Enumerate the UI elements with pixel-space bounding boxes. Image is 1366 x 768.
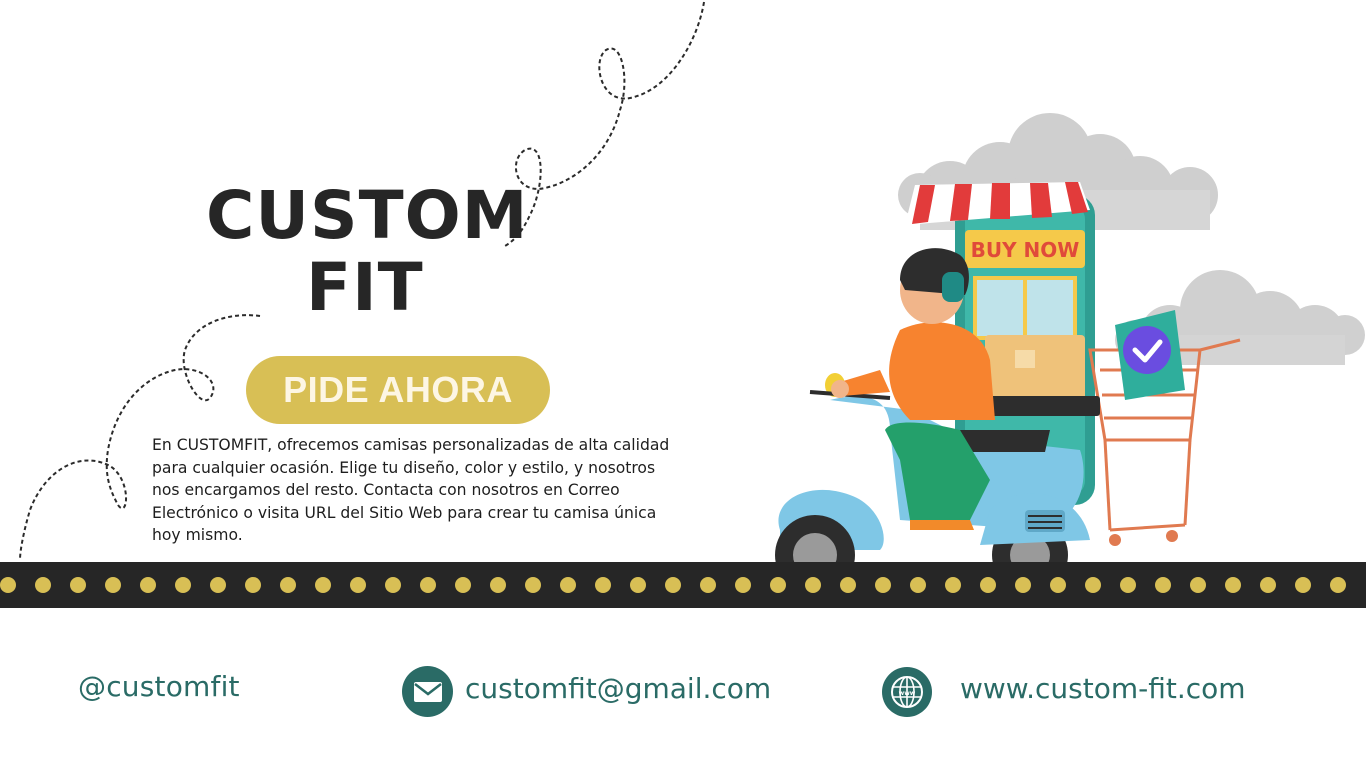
website-link[interactable]: www.custom-fit.com xyxy=(960,672,1246,705)
road-dot xyxy=(1330,577,1346,593)
social-handle: @customfit xyxy=(78,670,240,703)
road-dot xyxy=(805,577,821,593)
road-dot xyxy=(1050,577,1066,593)
buy-now-sign: BUY NOW xyxy=(971,238,1080,262)
road-dot xyxy=(455,577,471,593)
road-dot xyxy=(910,577,926,593)
road-dot xyxy=(350,577,366,593)
road-dot xyxy=(525,577,541,593)
road-dot xyxy=(840,577,856,593)
road-dot xyxy=(770,577,786,593)
road-dot xyxy=(315,577,331,593)
svg-text:www: www xyxy=(899,690,916,697)
road-dot xyxy=(1015,577,1031,593)
road-dot xyxy=(35,577,51,593)
road-dot xyxy=(980,577,996,593)
road-dot xyxy=(0,577,16,593)
road-dot xyxy=(490,577,506,593)
road-dot xyxy=(70,577,86,593)
road-dot xyxy=(665,577,681,593)
description-text: En CUSTOMFIT, ofrecemos camisas personal… xyxy=(152,436,670,545)
road-dot xyxy=(210,577,226,593)
road-dot xyxy=(1155,577,1171,593)
road-dot xyxy=(175,577,191,593)
road-dot xyxy=(1190,577,1206,593)
email-link[interactable]: customfit@gmail.com xyxy=(465,672,771,705)
road-dot xyxy=(280,577,296,593)
brand-title-line2: FIT xyxy=(306,249,424,326)
brand-title: CUSTOM FIT xyxy=(206,180,536,324)
road-dot xyxy=(420,577,436,593)
road-dot xyxy=(630,577,646,593)
road-dot xyxy=(735,577,751,593)
road-dot xyxy=(140,577,156,593)
delivery-scooter-illustration: BUY NOW xyxy=(775,113,1365,595)
globe-icon: www xyxy=(882,667,932,717)
order-now-button[interactable]: PIDE AHORA xyxy=(246,356,550,424)
road-dot xyxy=(1295,577,1311,593)
road-dot xyxy=(1260,577,1276,593)
brand-title-line1: CUSTOM xyxy=(206,177,529,254)
road-dot xyxy=(595,577,611,593)
road-dot xyxy=(700,577,716,593)
road-band xyxy=(0,562,1366,608)
road-dot xyxy=(945,577,961,593)
road-dot xyxy=(1085,577,1101,593)
road-dots xyxy=(0,577,1346,593)
road-dot xyxy=(875,577,891,593)
road-dot xyxy=(1225,577,1241,593)
road-dot xyxy=(1120,577,1136,593)
road-dot xyxy=(245,577,261,593)
envelope-icon xyxy=(402,666,453,717)
road-dot xyxy=(385,577,401,593)
check-badge-icon xyxy=(1123,326,1171,374)
road-dot xyxy=(105,577,121,593)
road-dot xyxy=(560,577,576,593)
